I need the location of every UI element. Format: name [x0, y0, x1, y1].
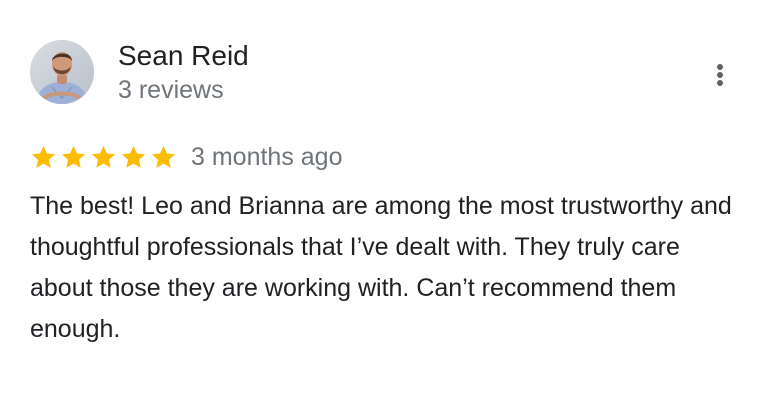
review-time: 3 months ago — [191, 143, 343, 171]
star-icon — [61, 145, 86, 168]
star-icon — [121, 145, 146, 168]
star-icon — [151, 145, 176, 168]
review-card: Sean Reid 3 reviews 3 months ago The bes… — [0, 0, 766, 414]
star-icon — [31, 145, 56, 168]
reviewer-avatar[interactable] — [30, 40, 94, 104]
star-icon — [91, 145, 116, 168]
review-text: The best! Leo and Brianna are among the … — [30, 192, 732, 343]
star-rating — [30, 144, 177, 171]
rating-row: 3 months ago — [30, 140, 343, 174]
more-options-button[interactable] — [704, 56, 736, 92]
reviewer-review-count[interactable]: 3 reviews — [118, 74, 224, 106]
avatar-photo-icon — [30, 40, 94, 104]
reviewer-name[interactable]: Sean Reid — [118, 38, 249, 74]
